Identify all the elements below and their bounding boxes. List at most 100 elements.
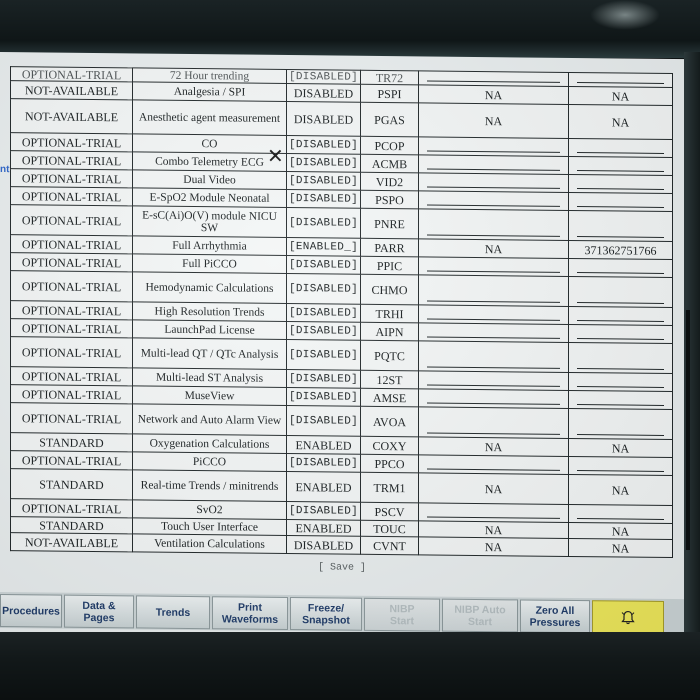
blank-entry-line xyxy=(427,186,560,189)
value1-cell xyxy=(418,172,569,193)
nibp-start-button[interactable]: NIBP Start xyxy=(364,597,440,632)
value2-cell xyxy=(568,192,673,212)
feature-cell: Full PiCCO xyxy=(132,253,287,274)
feature-cell: Real-time Trends / minitrends xyxy=(132,469,287,502)
blank-entry-line xyxy=(577,272,664,274)
blank-entry-line xyxy=(577,82,664,84)
status-cell: STANDARD xyxy=(10,468,133,500)
scrollbar-thumb[interactable] xyxy=(686,310,690,550)
code-cell: TOUC xyxy=(360,520,419,537)
value2-cell: 371362751766 xyxy=(568,240,673,260)
close-icon[interactable]: ✕ xyxy=(267,144,284,168)
value1-cell xyxy=(418,256,569,277)
status-cell: OPTIONAL-TRIAL xyxy=(10,186,133,206)
trends-button[interactable]: Trends xyxy=(136,595,210,630)
value2-cell xyxy=(568,306,673,326)
value2-cell xyxy=(568,210,673,242)
code-cell: PQTC xyxy=(360,340,419,371)
alarm-bell-icon xyxy=(621,610,635,624)
state-cell: DISABLED xyxy=(286,101,361,137)
blank-entry-line xyxy=(427,168,560,171)
value1-cell xyxy=(418,340,569,373)
blank-entry-line xyxy=(427,300,560,303)
value2-cell xyxy=(568,342,673,374)
light-glare xyxy=(590,0,660,30)
status-cell: NOT-AVAILABLE xyxy=(10,80,133,100)
software-options-table: OPTIONAL-TRIAL 72 Hour trending [DISABLED]… xyxy=(10,66,673,559)
code-cell: CVNT xyxy=(360,536,419,555)
state-cell: [DISABLED] xyxy=(286,153,361,173)
value1-cell: NA xyxy=(418,102,569,139)
code-cell: PGAS xyxy=(360,102,419,137)
zero-all-pressures-button[interactable]: Zero All Pressures xyxy=(520,599,590,634)
alarm-silence-button[interactable] xyxy=(592,600,664,634)
code-cell: TRM1 xyxy=(360,472,419,503)
blank-entry-line xyxy=(427,318,560,321)
value2-cell xyxy=(568,456,673,476)
freeze-snapshot-button[interactable]: Freeze/ Snapshot xyxy=(290,597,362,631)
state-cell: [DISABLED] xyxy=(286,339,361,371)
status-cell: STANDARD xyxy=(10,516,133,534)
value1-cell xyxy=(418,370,569,391)
blank-entry-line xyxy=(427,468,560,471)
blank-entry-line xyxy=(577,434,664,436)
value2-cell xyxy=(568,324,673,344)
state-cell: [DISABLED] xyxy=(286,135,361,155)
procedures-button[interactable]: Procedures xyxy=(0,594,62,628)
status-cell: NOT-AVAILABLE xyxy=(10,532,133,552)
code-cell: VID2 xyxy=(360,172,419,191)
feature-cell: Combo Telemetry ECG xyxy=(132,151,287,172)
value2-cell: NA xyxy=(568,438,673,458)
feature-cell: Multi-lead QT / QTc Analysis xyxy=(132,337,287,370)
blank-entry-line xyxy=(427,270,560,273)
data-pages-button[interactable]: Data & Pages xyxy=(64,594,134,629)
value1-cell: NA xyxy=(418,472,569,505)
value1-cell: NA xyxy=(418,520,569,539)
save-button[interactable]: [ Save ] xyxy=(318,562,366,574)
value2-cell: NA xyxy=(568,522,673,540)
status-cell: OPTIONAL-TRIAL xyxy=(10,252,133,272)
state-cell: [DISABLED] xyxy=(286,255,361,275)
feature-cell: PiCCO xyxy=(132,451,287,472)
value2-cell xyxy=(568,72,673,88)
blank-entry-line xyxy=(577,470,664,472)
print-waveforms-button[interactable]: Print Waveforms xyxy=(212,596,288,631)
value2-cell xyxy=(568,372,673,392)
value1-cell xyxy=(418,406,569,439)
blank-entry-line xyxy=(577,404,664,406)
code-cell: AIPN xyxy=(360,322,419,341)
status-cell: OPTIONAL-TRIAL xyxy=(10,366,133,386)
code-cell: TR72 xyxy=(360,70,419,85)
blank-entry-line xyxy=(427,516,560,519)
code-cell: TRHI xyxy=(360,304,419,323)
status-cell: OPTIONAL-TRIAL xyxy=(10,384,133,404)
value2-cell: NA xyxy=(568,104,673,140)
feature-cell: E-SpO2 Module Neonatal xyxy=(132,187,287,208)
feature-cell: SvO2 xyxy=(132,499,287,520)
value2-cell: NA xyxy=(568,474,673,506)
value1-cell: NA xyxy=(418,84,569,105)
blank-entry-line xyxy=(577,302,664,304)
state-cell: ENABLED xyxy=(286,519,361,537)
feature-cell: Oxygenation Calculations xyxy=(132,433,287,454)
blank-entry-line xyxy=(577,236,664,238)
value1-cell xyxy=(418,322,569,343)
status-cell: OPTIONAL-TRIAL xyxy=(10,270,133,302)
state-cell: DISABLED xyxy=(286,83,361,103)
state-cell: [ENABLED_] xyxy=(286,237,361,257)
state-cell: [DISABLED] xyxy=(286,171,361,191)
status-cell: OPTIONAL-TRIAL xyxy=(10,150,133,170)
feature-cell: Multi-lead ST Analysis xyxy=(132,367,287,388)
feature-cell: Ventilation Calculations xyxy=(132,533,287,554)
blank-entry-line xyxy=(427,234,560,237)
blank-entry-line xyxy=(577,368,664,370)
feature-cell: CO xyxy=(132,133,287,154)
status-cell: OPTIONAL-TRIAL xyxy=(10,66,133,82)
state-cell: [DISABLED] xyxy=(286,387,361,407)
value1-cell: NA xyxy=(418,238,569,259)
code-cell: PNRE xyxy=(360,208,419,239)
value1-cell: NA xyxy=(418,536,569,557)
software-options-table-wrap: OPTIONAL-TRIAL 72 Hour trending [DISABLED]… xyxy=(10,66,673,559)
blank-entry-line xyxy=(577,170,664,172)
nibp-auto-start-button[interactable]: NIBP Auto Start xyxy=(442,598,518,633)
